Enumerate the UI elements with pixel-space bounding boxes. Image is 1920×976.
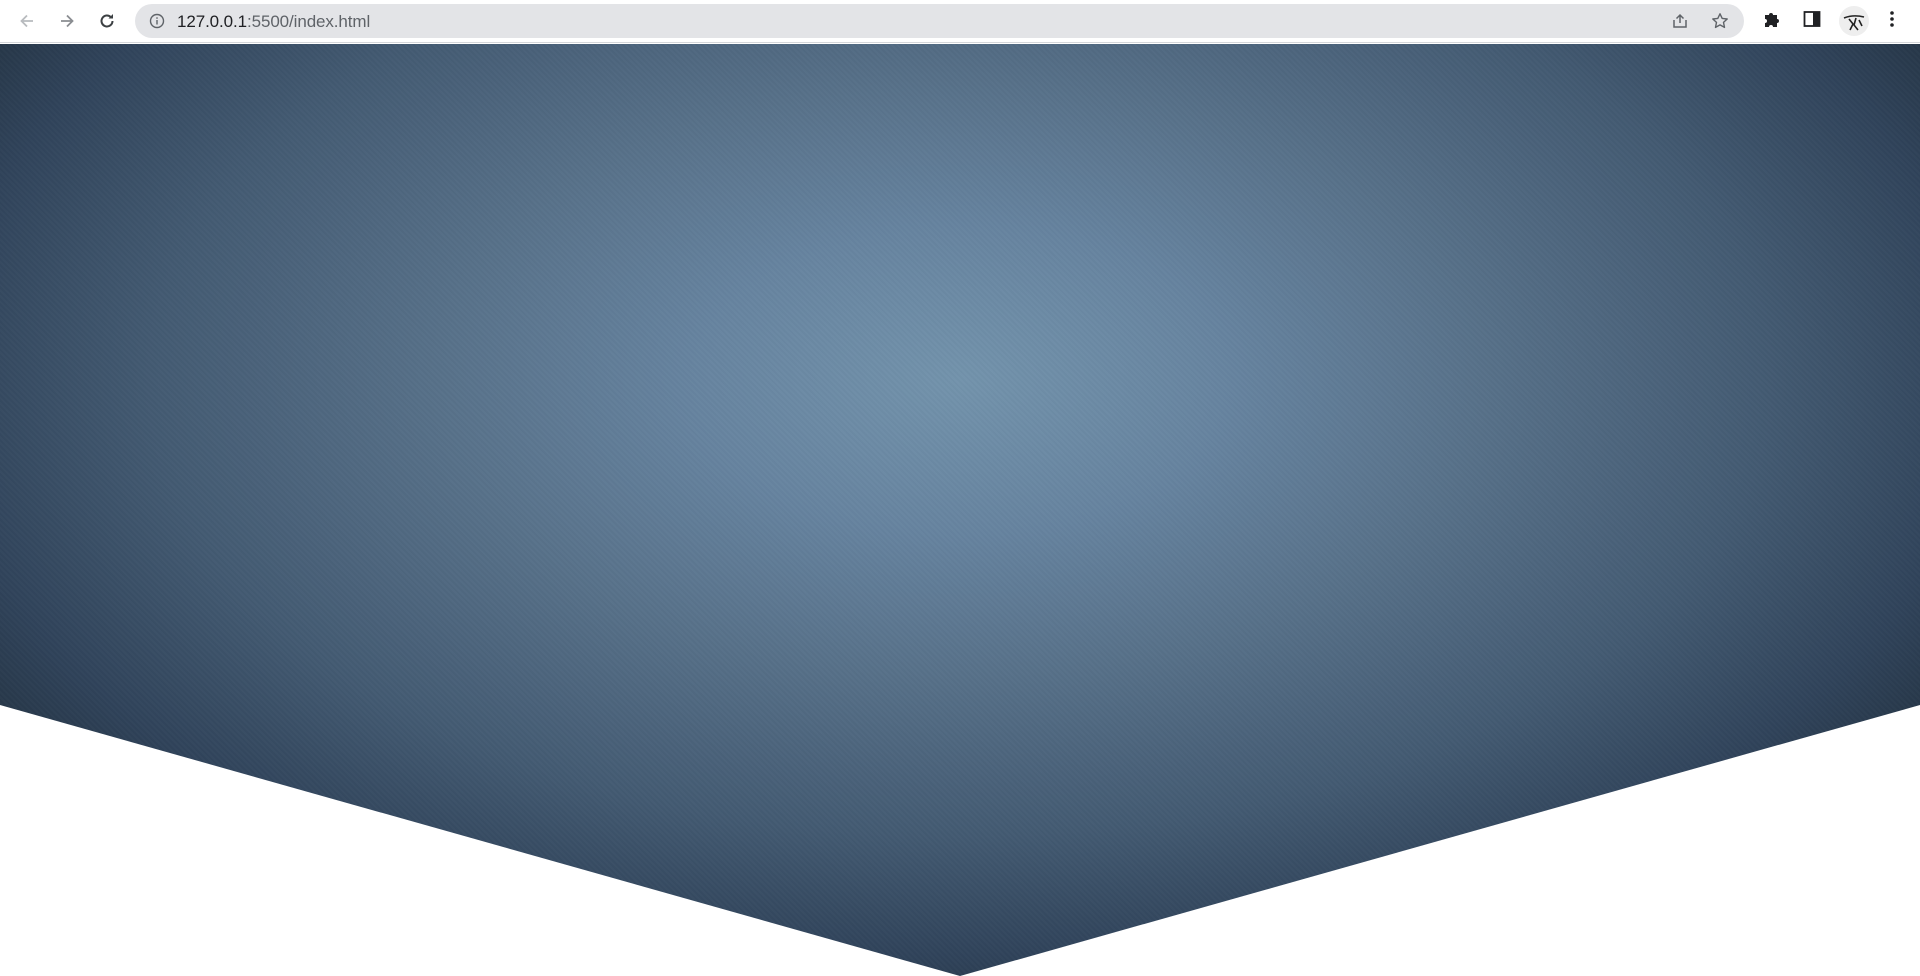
page-viewport: [0, 44, 1920, 976]
share-icon[interactable]: [1671, 12, 1689, 30]
url-text[interactable]: 127.0.0.1:5500/index.html: [177, 12, 370, 31]
info-icon[interactable]: [149, 13, 165, 29]
kebab-menu-button[interactable]: [1880, 9, 1904, 33]
side-panel-button[interactable]: [1800, 9, 1824, 33]
url-path: :5500/index.html: [247, 12, 371, 31]
back-arrow-icon: [17, 11, 37, 31]
reload-button[interactable]: [92, 6, 122, 36]
address-bar[interactable]: 127.0.0.1:5500/index.html: [135, 4, 1744, 38]
kebab-menu-icon: [1889, 9, 1895, 34]
profile-avatar[interactable]: [1839, 6, 1869, 36]
back-button[interactable]: [12, 6, 42, 36]
forward-arrow-icon: [57, 11, 77, 31]
forward-button[interactable]: [52, 6, 82, 36]
extensions-button[interactable]: [1760, 9, 1784, 33]
side-panel-icon: [1802, 9, 1822, 34]
hero-banner: [0, 44, 1920, 976]
browser-toolbar: 127.0.0.1:5500/index.html: [0, 0, 1920, 43]
url-host: 127.0.0.1: [177, 12, 247, 31]
star-icon[interactable]: [1711, 12, 1729, 30]
reload-icon: [97, 11, 117, 31]
puzzle-icon: [1762, 9, 1782, 34]
